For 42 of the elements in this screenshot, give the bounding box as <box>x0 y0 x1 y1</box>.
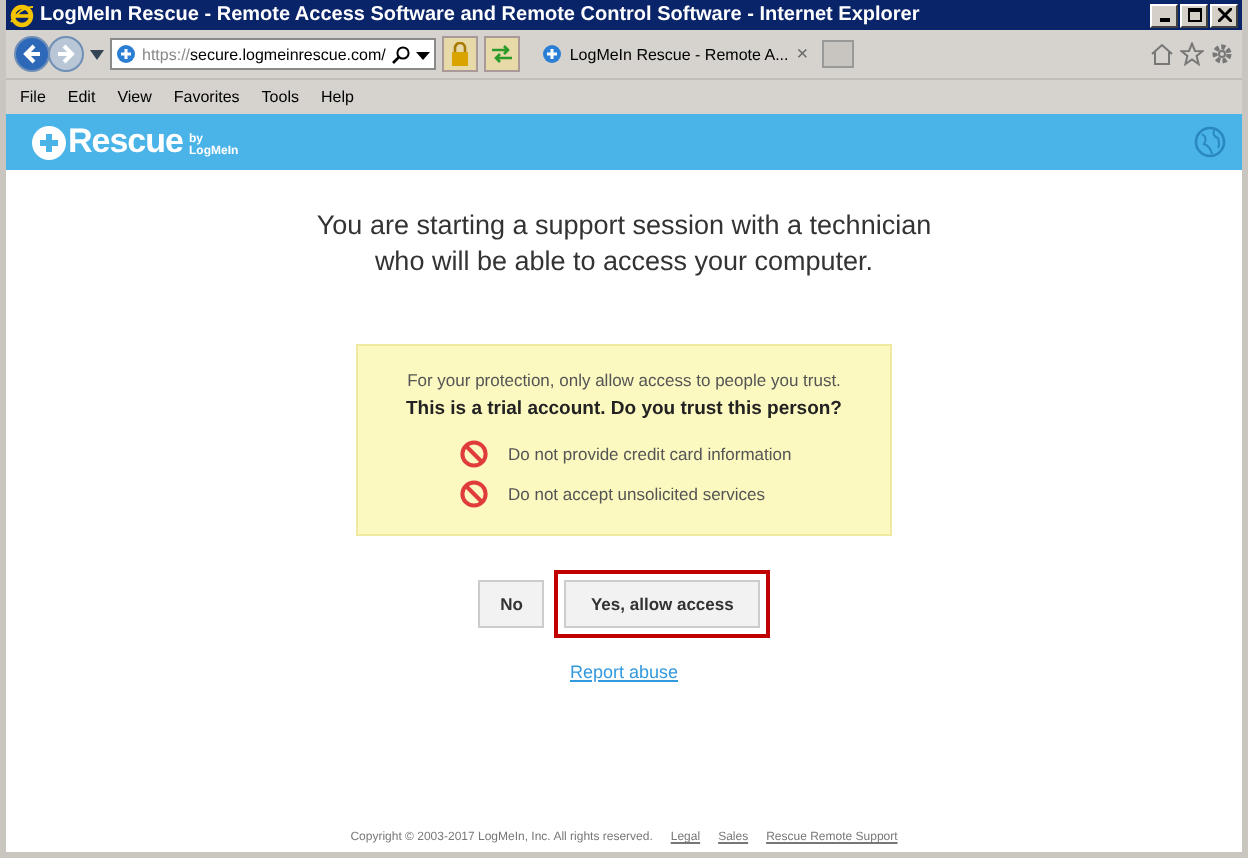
settings-icon[interactable] <box>1210 42 1234 66</box>
site-icon <box>116 44 136 64</box>
back-button[interactable] <box>14 36 50 72</box>
browser-logo-icon <box>10 3 34 27</box>
maximize-button[interactable] <box>1180 3 1208 27</box>
close-button[interactable] <box>1210 3 1238 27</box>
tab-title: LogMeIn Rescue - Remote A... <box>569 45 789 63</box>
globe-icon[interactable] <box>1194 126 1226 158</box>
heading-text: who will be able to access your computer. <box>372 244 876 280</box>
home-icon[interactable] <box>1150 42 1174 66</box>
forward-button[interactable] <box>48 36 84 72</box>
tab-close-button[interactable]: × <box>796 43 809 65</box>
prohibited-icon <box>460 440 488 468</box>
back-arrow-icon <box>22 44 42 64</box>
menu-item[interactable]: Edit <box>67 88 96 106</box>
forward-arrow-icon <box>56 44 76 64</box>
dropdown-icon[interactable] <box>90 49 104 59</box>
warning-text: Do not provide credit card information <box>508 444 792 464</box>
close-icon <box>1217 8 1231 22</box>
address-field[interactable]: https://secure.logmeinrescue.com/ <box>110 38 436 70</box>
star-icon[interactable] <box>1180 42 1204 66</box>
menu-item[interactable]: View <box>117 88 152 106</box>
warning-text: Do not accept unsolicited services <box>508 484 766 504</box>
maximize-icon <box>1187 8 1201 22</box>
logo-text: Rescue <box>68 122 183 162</box>
lock-icon[interactable] <box>441 36 478 72</box>
menu-item[interactable]: Help <box>320 88 354 106</box>
window-title: LogMeIn Rescue - Remote Access Software and Remote Control Software - Internet Explorer <box>40 4 922 26</box>
action-button[interactable]: No <box>478 580 545 628</box>
menu-item[interactable]: File <box>20 88 46 106</box>
prohibited-icon <box>460 480 488 508</box>
search-icon[interactable] <box>391 45 410 63</box>
notice-text: For your protection, only allow access to people you trust. <box>407 370 841 390</box>
minimize-button[interactable] <box>1150 3 1178 27</box>
new-tab-button[interactable] <box>822 40 855 68</box>
plus-circle-icon <box>32 125 66 159</box>
menu-item[interactable]: Favorites <box>173 88 240 106</box>
heading-text: You are starting a support session with a technician <box>316 208 932 244</box>
notice-question: This is a trial account. Do you trust this person? <box>405 398 842 420</box>
action-button[interactable]: Yes, allow access <box>564 580 760 628</box>
menu-item[interactable]: Tools <box>261 88 299 106</box>
site-icon <box>541 44 562 64</box>
